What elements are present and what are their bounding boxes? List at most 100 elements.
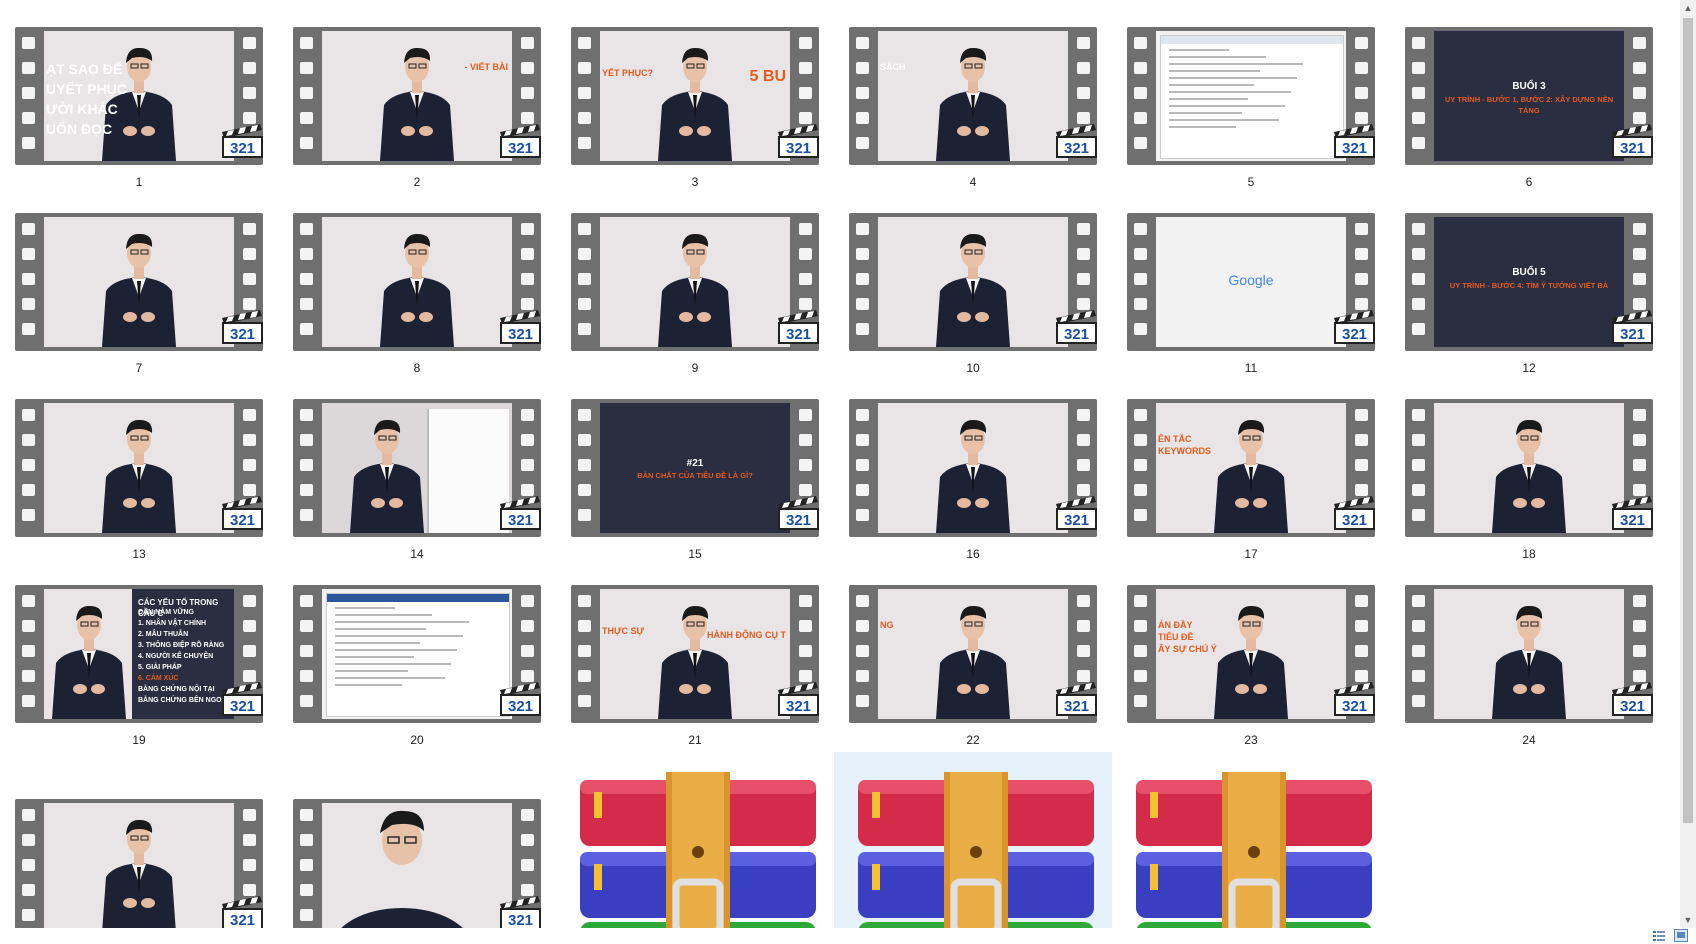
film-hole: [1633, 409, 1646, 421]
thumbnail-tile-bottom-4[interactable]: [834, 752, 1112, 928]
text-line: [1169, 70, 1260, 72]
text-line: [1169, 77, 1297, 79]
vertical-scrollbar[interactable]: ▲ ▼: [1680, 0, 1696, 928]
clapperboard-icon: 321: [1612, 310, 1653, 344]
thumbnail-tile-3[interactable]: YẾT PHỤC? 5 BU 321 3: [556, 0, 834, 189]
thumbnail-tile-17[interactable]: ÊN TẮC KEYWORDS 321 17: [1112, 372, 1390, 561]
thumbnail-tile-9[interactable]: 321 9: [556, 186, 834, 375]
thumbnail-tile-18[interactable]: 321 18: [1390, 372, 1668, 561]
film-hole: [300, 248, 313, 260]
clapperboard-label: 321: [508, 912, 533, 928]
clapperboard-label: 321: [1342, 326, 1367, 343]
film-hole: [1134, 595, 1147, 607]
film-hole: [856, 509, 869, 521]
film-hole: [1134, 248, 1147, 260]
thumbnail-tile-8[interactable]: 321 8: [278, 186, 556, 375]
clapperboard-icon: 321: [778, 124, 819, 158]
film-hole: [521, 595, 534, 607]
details-view-icon[interactable]: [1652, 929, 1666, 942]
film-perforations: [571, 213, 598, 351]
film-hole: [300, 273, 313, 285]
thumbnail-tile-11[interactable]: Google 321 11: [1112, 186, 1390, 375]
film-hole: [799, 37, 812, 49]
thumbnail-tile-2[interactable]: - VIẾT BÀI 321 2: [278, 0, 556, 189]
clapperboard-label: 321: [786, 698, 811, 715]
slide-title: BUỔI 3: [1512, 81, 1546, 92]
film-hole: [578, 459, 591, 471]
film-hole: [521, 87, 534, 99]
scroll-up-arrow-icon[interactable]: ▲: [1680, 0, 1696, 16]
thumbnail-tile-19[interactable]: CÁC YẾU TỐ TRONG CÂU C CẦN NẮM VỮNG 1. NHÂ…: [0, 558, 278, 747]
scroll-thumb[interactable]: [1683, 18, 1693, 823]
clapperboard-label: 321: [230, 326, 255, 343]
thumbnail-tile-bottom-5[interactable]: [1112, 752, 1390, 928]
thumbnail-tile-20[interactable]: 321 20: [278, 558, 556, 747]
thumbnail-tile-14[interactable]: 321 14: [278, 372, 556, 561]
thumbnail-tile-16[interactable]: 321 16: [834, 372, 1112, 561]
film-hole: [578, 223, 591, 235]
film-hole: [856, 670, 869, 682]
film-hole: [1134, 62, 1147, 74]
video-frame: ẠT SAO ĐỂ UYẾT PHỤC ƯỜI KHÁC UỐN ĐỌC: [44, 31, 234, 161]
thumbnail-tile-1[interactable]: ẠT SAO ĐỂ UYẾT PHỤC ƯỜI KHÁC UỐN ĐỌC 321 1: [0, 0, 278, 189]
film-hole: [578, 509, 591, 521]
film-perforations: [1405, 399, 1432, 537]
film-perforations: [293, 799, 320, 928]
film-hole: [243, 809, 256, 821]
slide-text: ÊN TẮC: [1158, 434, 1192, 444]
thumbnail-tile-15[interactable]: #21 BẢN CHẤT CỦA TIÊU ĐỀ LÀ GÌ? 321 15: [556, 372, 834, 561]
slide-text: HÀNH ĐỘNG CỤ T: [707, 630, 786, 640]
thumbnail-tile-5[interactable]: 321 5: [1112, 0, 1390, 189]
film-perforations: [571, 399, 598, 537]
scroll-down-arrow-icon[interactable]: ▼: [1680, 912, 1696, 928]
film-perforations: [849, 585, 876, 723]
thumbnail-caption: 24: [1522, 733, 1536, 747]
video-frame: BUỔI 5 UY TRÌNH - BƯỚC 4: TÌM Ý TƯỞNG VIẾ…: [1434, 217, 1624, 347]
film-perforations: [15, 213, 42, 351]
slide-text: BẢN CHẤT CỦA TIÊU ĐỀ LÀ GÌ?: [637, 471, 753, 480]
film-hole: [1355, 87, 1368, 99]
film-hole: [856, 62, 869, 74]
winrar-archive-icon: [1136, 772, 1372, 928]
film-perforations: [1405, 585, 1432, 723]
film-hole: [1077, 645, 1090, 657]
large-icons-view-icon[interactable]: [1674, 929, 1688, 942]
speaker-figure: [102, 819, 176, 928]
video-frame: Google: [1156, 217, 1346, 347]
thumbnail-tile-13[interactable]: 321 13: [0, 372, 278, 561]
thumbnail-tile-23[interactable]: ÁN ĐẦY TIÊU ĐỀ ÂY SỰ CHÚ Ý 321 23: [1112, 558, 1390, 747]
film-hole: [856, 695, 869, 707]
thumbnail-tile-7[interactable]: 321 7: [0, 186, 278, 375]
film-hole: [1077, 37, 1090, 49]
film-hole: [300, 695, 313, 707]
film-perforations: [849, 27, 876, 165]
film-hole: [300, 484, 313, 496]
clapperboard-icon: 321: [1612, 496, 1653, 530]
film-hole: [1355, 620, 1368, 632]
thumbnail-tile-24[interactable]: 321 24: [1390, 558, 1668, 747]
thumbnail-tile-10[interactable]: 321 10: [834, 186, 1112, 375]
film-hole: [1077, 223, 1090, 235]
thumbnail-tile-21[interactable]: THỰC SỰ HÀNH ĐỘNG CỤ T 321 21: [556, 558, 834, 747]
thumbnail-tile-bottom-1[interactable]: 321: [0, 772, 278, 928]
thumbnail-tile-bottom-2[interactable]: 321: [278, 772, 556, 928]
film-hole: [1355, 645, 1368, 657]
thumbnail-tile-12[interactable]: BUỔI 5 UY TRÌNH - BƯỚC 4: TÌM Ý TƯỞNG VIẾ…: [1390, 186, 1668, 375]
film-perforations: [1127, 585, 1154, 723]
text-line: [335, 677, 445, 679]
film-hole: [799, 645, 812, 657]
thumbnail-tile-4[interactable]: SÁCH 321 4: [834, 0, 1112, 189]
thumbnail-tile-bottom-3[interactable]: [556, 752, 834, 928]
film-hole: [1633, 595, 1646, 607]
film-hole: [1412, 137, 1425, 149]
film-perforations: [15, 399, 42, 537]
film-hole: [578, 137, 591, 149]
thumbnail-tile-6[interactable]: BUỔI 3 UY TRÌNH - BƯỚC 1, BƯỚC 2: XÂY DỰN…: [1390, 0, 1668, 189]
clapperboard-icon: 321: [222, 896, 263, 928]
thumbnail-tile-22[interactable]: NG 321 22: [834, 558, 1112, 747]
text-line: [335, 649, 457, 651]
video-frame: [878, 403, 1068, 533]
text-line: [1169, 84, 1254, 86]
film-hole: [1412, 670, 1425, 682]
document-screenshot: [1160, 35, 1344, 159]
